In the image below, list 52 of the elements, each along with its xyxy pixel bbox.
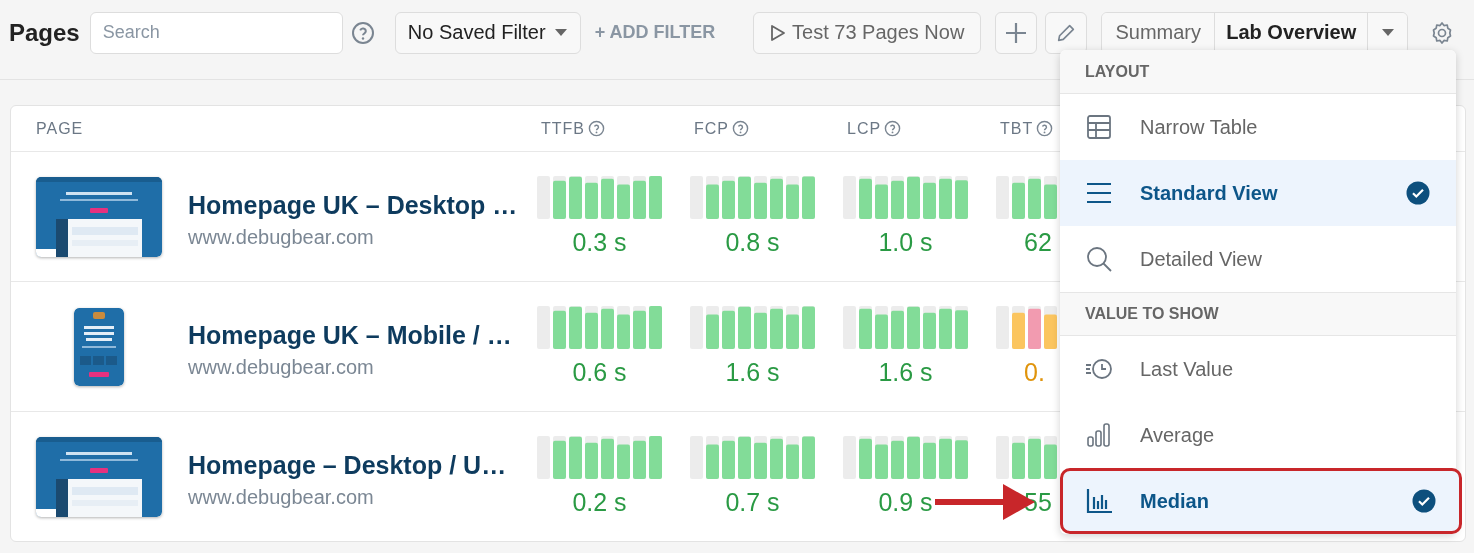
metric-value: 0.9 s [877, 488, 934, 517]
metric-value: 62 [1024, 228, 1052, 257]
menu-item[interactable]: Median [1060, 468, 1462, 534]
saved-filter-dropdown[interactable]: No Saved Filter [394, 11, 581, 54]
page-url: www.debugbear.com [188, 355, 375, 379]
check-icon [1406, 181, 1430, 205]
page-link[interactable]: Homepage UK – Mobile / … [188, 320, 512, 350]
menu-item[interactable]: Standard View [1060, 160, 1456, 226]
bar-chart-icon [1085, 487, 1113, 515]
play-icon [770, 23, 787, 42]
check-icon [1412, 489, 1436, 513]
metric-value: 1.6 s [724, 358, 781, 387]
metric-value: 0.3 s [571, 228, 628, 257]
help-icon[interactable] [350, 20, 375, 45]
test-pages-button[interactable]: Test 73 Pages Now [753, 11, 982, 54]
metric-value: 0.6 s [571, 358, 628, 387]
search-icon [1085, 245, 1113, 273]
metric-value: 0. [1024, 358, 1045, 387]
menu-item[interactable]: Last Value [1060, 336, 1456, 402]
table-icon [1085, 113, 1113, 141]
page-link[interactable]: Homepage – Desktop / U… [188, 450, 507, 480]
menu-item[interactable]: Average [1060, 402, 1456, 468]
page-link[interactable]: Homepage UK – Desktop … [188, 190, 518, 220]
search-field[interactable]: Search [89, 11, 343, 54]
view-tab[interactable]: Summary [1102, 12, 1216, 53]
help-icon[interactable] [588, 120, 605, 137]
metric-value: 0.2 s [571, 488, 628, 517]
help-icon[interactable] [884, 120, 902, 137]
metric-value: 1.0 s [877, 228, 934, 257]
metric-value: 1.6 s [877, 358, 934, 387]
add-button[interactable] [995, 11, 1038, 54]
caret-icon [553, 28, 568, 37]
metric-value: 0.8 s [724, 228, 781, 257]
bar-chart-icon [1085, 421, 1113, 449]
menu-section-heading: VALUE TO SHOW [1085, 305, 1219, 323]
menu-item[interactable]: Detailed View [1060, 226, 1456, 292]
caret-icon [1380, 28, 1395, 37]
page-url: www.debugbear.com [188, 225, 375, 249]
plus-icon [1004, 20, 1029, 45]
menu-section-heading: LAYOUT [1085, 62, 1150, 81]
metric-value: 0.7 s [724, 488, 781, 517]
help-icon[interactable] [732, 120, 749, 137]
column-header: FCP [694, 119, 729, 138]
column-header: TBT [1000, 119, 1034, 138]
page-url: www.debugbear.com [188, 485, 375, 509]
menu-item[interactable]: Narrow Table [1060, 94, 1456, 160]
column-header: LCP [847, 119, 882, 138]
help-icon[interactable] [1036, 120, 1054, 137]
page-title: Pages [9, 18, 80, 47]
edit-button[interactable] [1045, 11, 1088, 54]
column-header: PAGE [36, 119, 84, 137]
column-header: TTFB [541, 119, 585, 138]
